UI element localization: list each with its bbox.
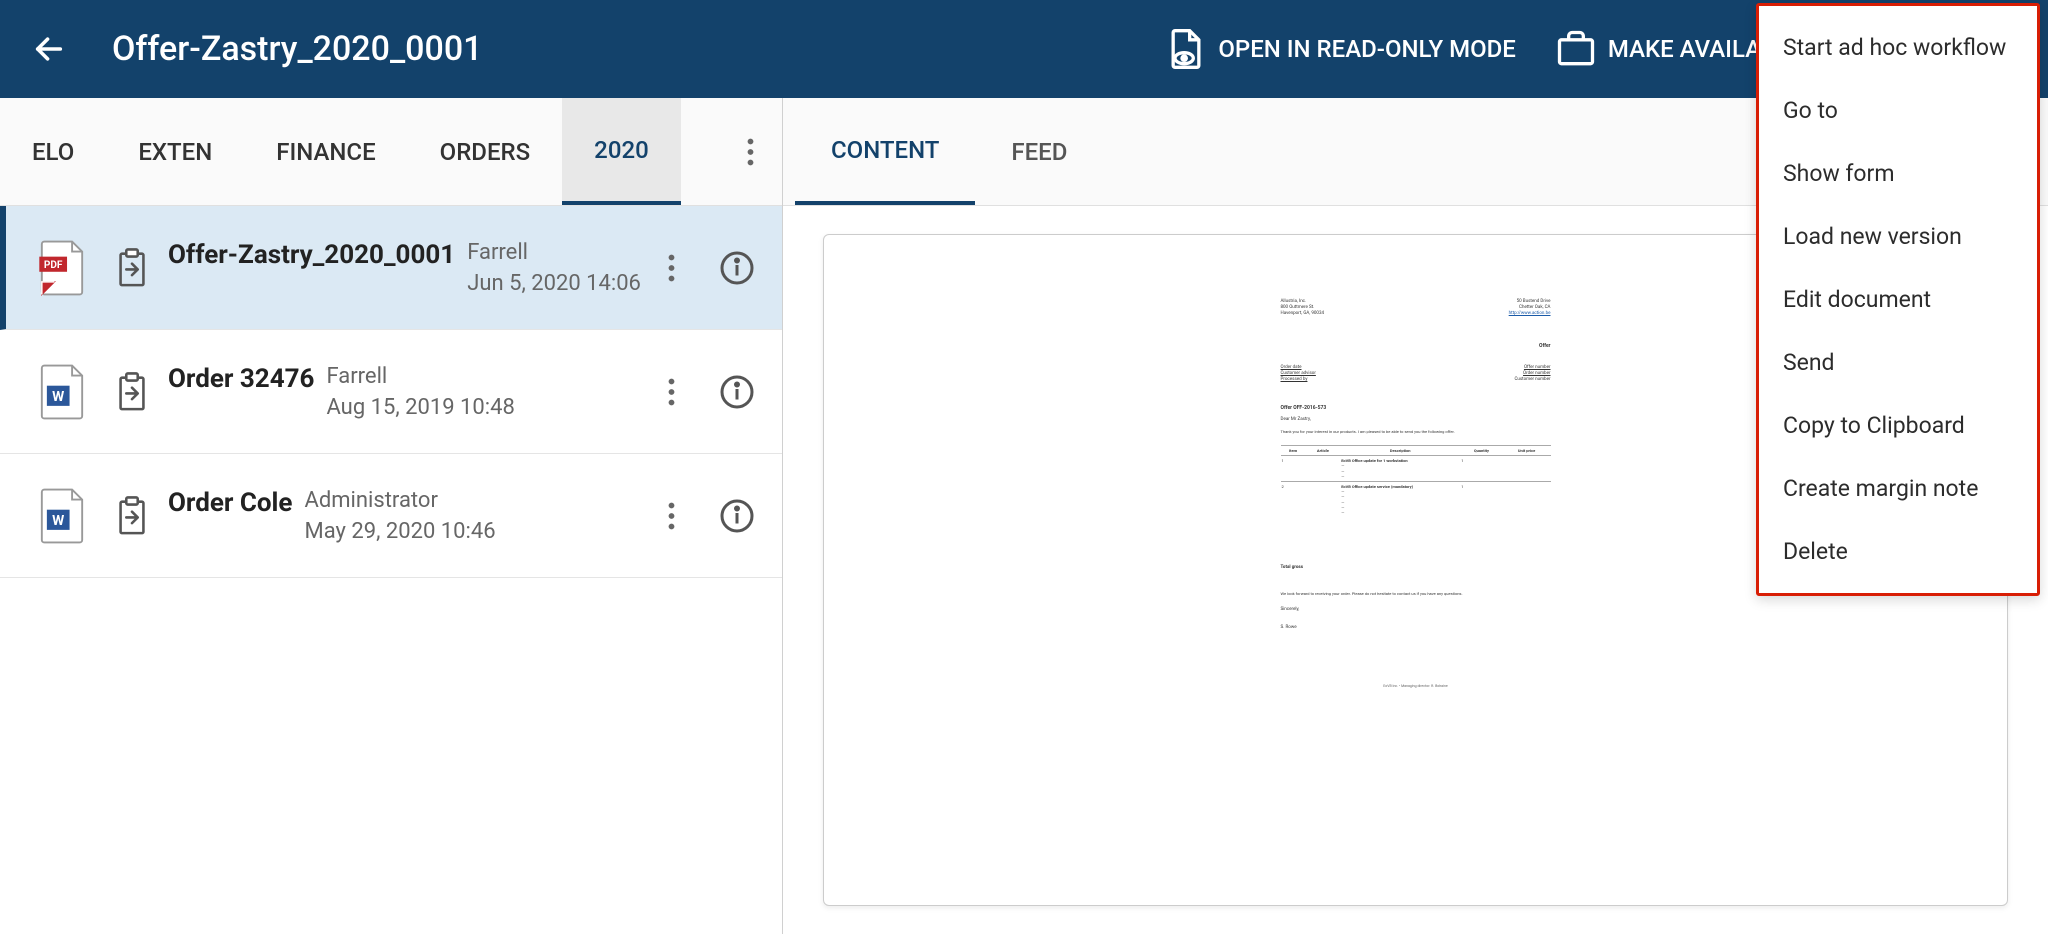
file-info: Offer-Zastry_2020_0001 Farrell Jun 5, 20… [168, 240, 650, 296]
svg-text:PDF: PDF [44, 260, 63, 271]
menu-go-to[interactable]: Go to [1759, 79, 2037, 142]
file-user: Administrator [304, 488, 495, 513]
svg-text:W: W [52, 512, 64, 528]
file-item-order-cole[interactable]: W Order Cole Administrator May 29, 2020 … [0, 454, 782, 578]
file-name: Order Cole [168, 488, 292, 544]
clipboard-arrow-icon [104, 496, 160, 536]
breadcrumb-finance[interactable]: FINANCE [244, 98, 407, 205]
file-info: Order Cole Administrator May 29, 2020 10… [168, 488, 650, 544]
file-user: Farrell [467, 240, 641, 265]
arrow-left-icon [32, 32, 66, 66]
document-eye-icon [1164, 27, 1208, 71]
file-actions [650, 247, 782, 289]
menu-delete[interactable]: Delete [1759, 520, 2037, 583]
file-more-button[interactable] [650, 247, 692, 289]
word-icon: W [32, 363, 92, 421]
tab-content[interactable]: CONTENT [795, 98, 975, 205]
breadcrumb-elo[interactable]: ELO [0, 98, 106, 205]
menu-copy-clipboard[interactable]: Copy to Clipboard [1759, 394, 2037, 457]
left-pane: ELO EXTEN FINANCE ORDERS 2020 PDF Offer-… [0, 98, 783, 934]
back-button[interactable] [28, 28, 70, 70]
breadcrumb-2020[interactable]: 2020 [562, 98, 681, 205]
file-actions [650, 495, 782, 537]
more-vertical-icon [747, 138, 754, 166]
menu-show-form[interactable]: Show form [1759, 142, 2037, 205]
file-user: Farrell [326, 364, 514, 389]
file-info: Order 32476 Farrell Aug 15, 2019 10:48 [168, 364, 650, 420]
more-vertical-icon [668, 254, 675, 282]
menu-margin-note[interactable]: Create margin note [1759, 457, 2037, 520]
file-name: Offer-Zastry_2020_0001 [168, 240, 455, 296]
breadcrumb: ELO EXTEN FINANCE ORDERS 2020 [0, 98, 782, 206]
context-menu: Start ad hoc workflow Go to Show form Lo… [1756, 3, 2040, 596]
info-icon [719, 374, 755, 410]
main-content: ELO EXTEN FINANCE ORDERS 2020 PDF Offer-… [0, 98, 2048, 934]
menu-load-version[interactable]: Load new version [1759, 205, 2037, 268]
app-header: Offer-Zastry_2020_0001 OPEN IN READ-ONLY… [0, 0, 2048, 98]
page-title: Offer-Zastry_2020_0001 [112, 29, 1164, 69]
file-more-button[interactable] [650, 495, 692, 537]
breadcrumb-exten[interactable]: EXTEN [106, 98, 244, 205]
file-date: Jun 5, 2020 14:06 [467, 271, 641, 296]
clipboard-arrow-icon [104, 248, 160, 288]
breadcrumb-orders[interactable]: ORDERS [408, 98, 563, 205]
more-vertical-icon [668, 378, 675, 406]
info-icon [719, 498, 755, 534]
menu-edit-document[interactable]: Edit document [1759, 268, 2037, 331]
open-readonly-button[interactable]: OPEN IN READ-ONLY MODE [1164, 27, 1516, 71]
file-name: Order 32476 [168, 364, 314, 420]
clipboard-arrow-icon [104, 372, 160, 412]
word-icon: W [32, 487, 92, 545]
menu-send[interactable]: Send [1759, 331, 2037, 394]
preview-content: Allustria, Inc. 800 Outtmere St. Havenpo… [1271, 285, 1561, 695]
file-actions [650, 371, 782, 413]
file-info-button[interactable] [716, 371, 758, 413]
file-date: Aug 15, 2019 10:48 [326, 395, 514, 420]
menu-start-workflow[interactable]: Start ad hoc workflow [1759, 16, 2037, 79]
file-item-offer[interactable]: PDF Offer-Zastry_2020_0001 Farrell Jun 5… [0, 206, 782, 330]
file-date: May 29, 2020 10:46 [304, 519, 495, 544]
file-info-button[interactable] [716, 247, 758, 289]
file-info-button[interactable] [716, 495, 758, 537]
file-item-order-32476[interactable]: W Order 32476 Farrell Aug 15, 2019 10:48 [0, 330, 782, 454]
briefcase-icon [1554, 27, 1598, 71]
svg-text:W: W [52, 388, 64, 404]
info-icon [719, 250, 755, 286]
file-more-button[interactable] [650, 371, 692, 413]
pdf-icon: PDF [32, 239, 92, 297]
file-list: PDF Offer-Zastry_2020_0001 Farrell Jun 5… [0, 206, 782, 578]
more-vertical-icon [668, 502, 675, 530]
breadcrumb-more-button[interactable] [718, 98, 782, 205]
tab-feed[interactable]: FEED [975, 98, 1103, 205]
